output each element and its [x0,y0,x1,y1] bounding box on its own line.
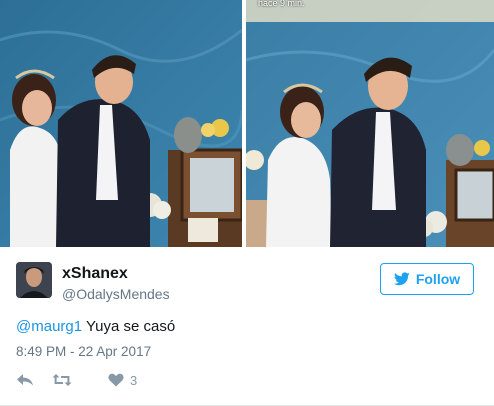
reply-button[interactable] [16,373,44,387]
retweet-button[interactable] [52,373,100,387]
wedding-photo-1 [0,0,242,247]
follow-button[interactable]: Follow [380,263,474,295]
wedding-photo-2 [246,0,494,247]
tweet-actions: 3 [16,370,137,390]
tweet-photo-1[interactable] [0,0,242,247]
avatar[interactable] [16,262,52,298]
tweet-text: @maurg1 Yuya se casó [16,318,175,335]
twitter-bird-icon [393,272,410,286]
author-display-name[interactable]: xShanex [62,265,128,283]
tweet-media[interactable]: hace 9 min. [0,0,494,247]
photo-overlay-time: hace 9 min. [258,0,305,8]
avatar-image [16,262,52,298]
tweet-body: Yuya se casó [82,318,176,335]
heart-icon [108,373,124,387]
reply-icon [17,374,33,386]
tweet-photo-2[interactable]: hace 9 min. [246,0,494,247]
tweet-timestamp[interactable]: 8:49 PM - 22 Apr 2017 [16,344,151,359]
mention-link[interactable]: @maurg1 [16,318,82,335]
author-username[interactable]: @OdalysMendes [62,286,170,302]
like-button[interactable]: 3 [108,373,137,388]
follow-button-label: Follow [415,271,461,287]
like-count: 3 [130,372,138,388]
retweet-icon [52,374,72,386]
tweet-card: hace 9 min. xShanex @OdalysMendes Follow… [0,0,494,406]
